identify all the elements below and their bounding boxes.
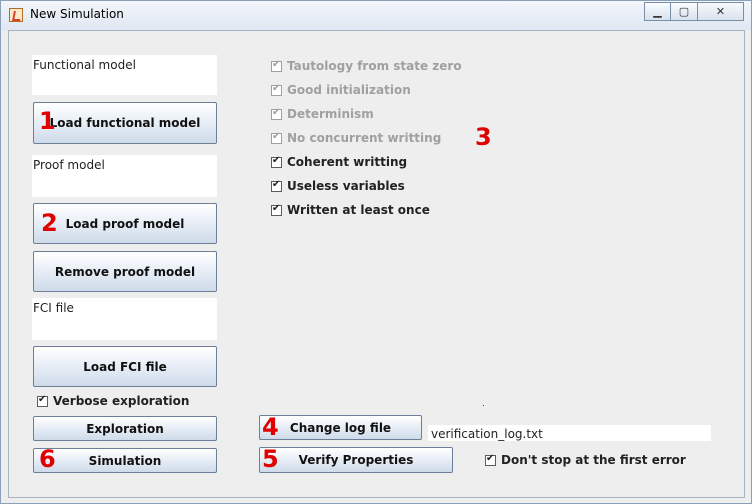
change-log-file-button[interactable]: Change log file <box>259 415 422 440</box>
load-fci-file-button[interactable]: Load FCI file <box>33 346 217 387</box>
maximize-icon: ▢ <box>678 5 690 18</box>
checkbox-checked-icon <box>271 83 282 96</box>
property-label: Written at least once <box>287 203 430 217</box>
separator-dot <box>483 405 484 406</box>
simulation-button[interactable]: Simulation <box>33 448 217 473</box>
minimize-icon: ▁ <box>653 5 662 18</box>
annotation-number-1: 1 <box>39 107 56 135</box>
annotation-number-3: 3 <box>475 123 492 151</box>
maximize-button[interactable]: ▢ <box>671 2 698 21</box>
checkbox-checked-icon[interactable] <box>271 155 282 168</box>
property-checkbox-written-at-least-once[interactable]: Written at least once <box>271 203 430 217</box>
property-checkbox-tautology: Tautology from state zero <box>271 59 462 73</box>
fci-file-field[interactable]: FCI file <box>32 298 217 340</box>
annotation-number-4: 4 <box>262 413 279 441</box>
property-checkbox-coherent-writting[interactable]: Coherent writting <box>271 155 407 169</box>
proof-model-field[interactable]: Proof model <box>32 155 217 197</box>
checkbox-checked-icon[interactable] <box>37 394 48 407</box>
window-controls: ▁ ▢ ✕ <box>644 2 744 21</box>
log-file-input[interactable]: verification_log.txt <box>428 425 711 441</box>
checkbox-checked-icon[interactable] <box>485 453 496 466</box>
checkbox-checked-icon <box>271 107 282 120</box>
property-checkbox-determinism: Determinism <box>271 107 374 121</box>
load-proof-model-button[interactable]: Load proof model <box>33 203 217 244</box>
verbose-exploration-checkbox[interactable]: Verbose exploration <box>37 394 189 408</box>
remove-proof-model-button[interactable]: Remove proof model <box>33 251 217 292</box>
java-cup-icon <box>9 8 23 22</box>
minimize-button[interactable]: ▁ <box>644 2 671 21</box>
property-checkbox-no-concurrent-writting: No concurrent writting <box>271 131 441 145</box>
property-label: Good initialization <box>287 83 411 97</box>
dont-stop-label: Don't stop at the first error <box>501 453 686 467</box>
property-label: No concurrent writting <box>287 131 442 145</box>
checkbox-checked-icon[interactable] <box>271 179 282 192</box>
checkbox-checked-icon <box>271 59 282 72</box>
checkbox-checked-icon <box>271 131 282 144</box>
title-bar[interactable]: New Simulation ▁ ▢ ✕ <box>1 1 751 30</box>
property-label: Coherent writting <box>287 155 408 169</box>
property-label: Tautology from state zero <box>287 59 462 73</box>
verbose-exploration-label: Verbose exploration <box>53 394 190 408</box>
checkbox-checked-icon[interactable] <box>271 203 282 216</box>
annotation-number-5: 5 <box>262 445 279 473</box>
annotation-number-6: 6 <box>39 445 56 473</box>
window-title: New Simulation <box>30 7 124 21</box>
exploration-button[interactable]: Exploration <box>33 416 217 441</box>
functional-model-field[interactable]: Functional model <box>32 55 217 95</box>
annotation-number-2: 2 <box>41 209 58 237</box>
close-button[interactable]: ✕ <box>698 2 744 21</box>
property-checkbox-useless-variables[interactable]: Useless variables <box>271 179 405 193</box>
property-label: Determinism <box>287 107 374 121</box>
load-functional-model-button[interactable]: Load functional model <box>33 102 217 144</box>
verify-properties-button[interactable]: Verify Properties <box>259 447 453 473</box>
new-simulation-window: New Simulation ▁ ▢ ✕ Functional model Lo… <box>0 0 752 504</box>
property-label: Useless variables <box>287 179 405 193</box>
close-icon: ✕ <box>715 5 726 18</box>
property-checkbox-good-initialization: Good initialization <box>271 83 411 97</box>
dont-stop-checkbox[interactable]: Don't stop at the first error <box>485 453 686 467</box>
